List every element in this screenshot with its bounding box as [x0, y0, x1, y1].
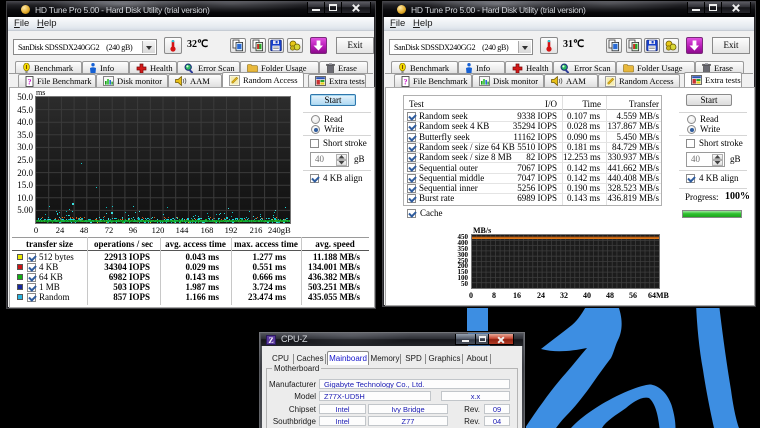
svg-text:?: ? [28, 77, 32, 86]
svg-text:?: ? [404, 77, 408, 86]
